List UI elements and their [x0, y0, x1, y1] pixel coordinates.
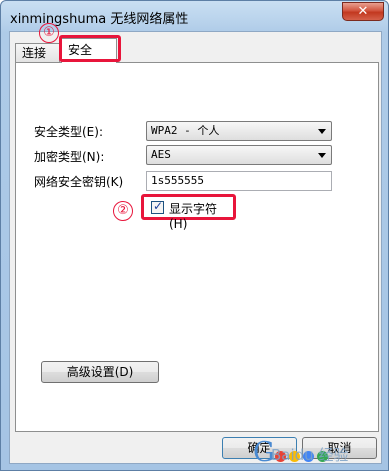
show-characters-label[interactable]: 显示字符(H) — [169, 200, 233, 231]
watermark-text: Baidu 经验 — [271, 446, 349, 464]
show-characters-checkbox[interactable]: ✓ — [151, 199, 164, 214]
checkmark-icon: ✓ — [153, 199, 164, 213]
baidu-jingyan-watermark: G Baidu 经验 — [249, 437, 389, 471]
step-1-marker: ① — [39, 23, 59, 43]
close-button[interactable]: ✕ — [342, 2, 384, 21]
title-bar[interactable]: xinmingshuma 无线网络属性 ✕ — [1, 1, 389, 31]
security-type-select[interactable]: WPA2 - 个人 — [146, 121, 332, 141]
tab-security-highlight — [59, 35, 121, 62]
properties-dialog: xinmingshuma 无线网络属性 ✕ 连接 安全 ① 安全类型(E): W… — [0, 0, 389, 471]
security-tab-panel: 安全类型(E): WPA2 - 个人 加密类型(N): AES 网络安全密钥(K… — [15, 62, 379, 432]
chevron-down-icon — [318, 153, 326, 158]
network-key-input[interactable]: 1s555555 — [146, 171, 332, 191]
dialog-client-area: 连接 安全 ① 安全类型(E): WPA2 - 个人 加密类型(N): AES … — [9, 23, 382, 464]
window-title: xinmingshuma 无线网络属性 — [10, 12, 189, 27]
network-key-label: 网络安全密钥(K) — [34, 175, 124, 189]
advanced-settings-button[interactable]: 高级设置(D) — [41, 361, 159, 383]
security-type-value: WPA2 - 个人 — [151, 124, 220, 137]
encryption-type-select[interactable]: AES — [146, 145, 332, 165]
step-2-marker: ② — [113, 201, 133, 221]
encryption-type-label: 加密类型(N): — [34, 150, 105, 164]
chevron-down-icon — [318, 129, 326, 134]
security-type-label: 安全类型(E): — [34, 125, 103, 139]
encryption-type-value: AES — [151, 148, 171, 161]
show-characters-highlight: ✓ 显示字符(H) — [141, 194, 236, 231]
tab-connection[interactable]: 连接 — [15, 43, 60, 62]
